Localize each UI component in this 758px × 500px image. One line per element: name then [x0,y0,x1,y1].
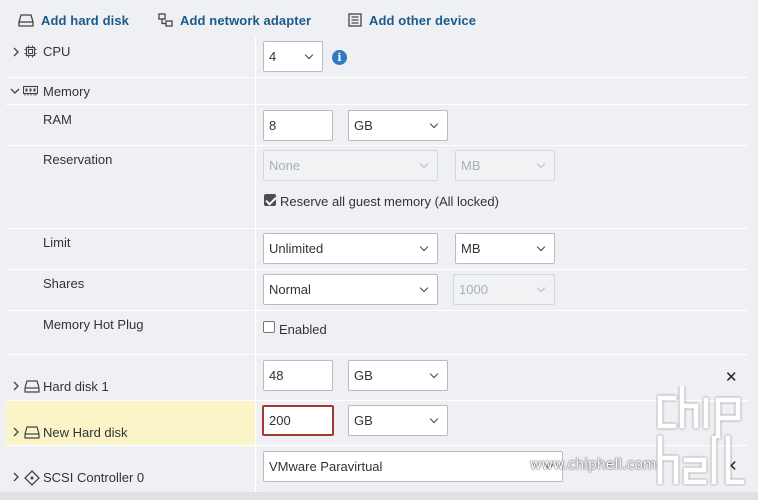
memory-hot-plug-enabled-label: Enabled [279,322,327,337]
ram-input[interactable]: 8 [263,110,333,141]
add-other-device-label: Add other device [369,12,477,28]
shares-amount-value: 1000 [459,282,488,297]
reservation-value: None [269,158,301,173]
hard-disk-1-size-value: 48 [269,368,284,383]
limit-unit-select[interactable]: MB [455,233,555,264]
new-hard-disk-unit-select[interactable]: GB [348,405,448,436]
reservation-label: Reservation [43,152,113,167]
footer-bar [0,492,758,500]
cpu-value-cell: 4 i [257,37,748,77]
scsi-controller-icon [24,470,40,486]
ram-value-cell: 8 GB [257,105,748,145]
new-hard-disk-size-input[interactable]: 200 [262,405,334,436]
limit-value: Unlimited [269,241,324,256]
ram-unit-value: GB [354,118,373,133]
shares-value-cell: Normal 1000 [257,270,748,310]
memory-label: Memory [43,84,90,99]
scsi-controller-type-value: VMware Paravirtual [269,459,383,474]
shares-value: Normal [269,282,311,297]
info-icon[interactable]: i [332,50,347,65]
reservation-value-cell: None MB Reserve all guest memory (All lo… [257,146,748,228]
shares-label-cell: Shares [6,270,256,310]
limit-select[interactable]: Unlimited [263,233,438,264]
add-other-device-button[interactable]: Add other device [348,11,476,29]
reservation-unit-value: MB [461,158,481,173]
new-hard-disk-label-cell: New Hard disk [6,401,256,445]
reserve-all-memory-checkbox[interactable] [264,194,276,206]
new-hard-disk-row: New Hard disk 200 GB [6,401,748,446]
memory-hot-plug-row: Memory Hot Plug Enabled [6,311,748,355]
vm-hardware-grid: CPU 4 i Memory RAM 8 GB Reservation None… [6,37,748,492]
shares-select[interactable]: Normal [263,274,438,305]
ram-value: 8 [269,118,277,133]
chevron-right-icon[interactable] [10,46,22,58]
ram-label-cell: RAM [6,105,256,145]
memory-row: Memory [6,78,748,105]
memory-hot-plug-value-cell: Enabled [257,311,748,354]
memory-hot-plug-label: Memory Hot Plug [43,317,144,332]
shares-amount-select[interactable]: 1000 [453,274,555,305]
hard-disk-1-label-cell: Hard disk 1 [6,355,256,400]
chiphell-watermark-logo [657,386,745,485]
scsi-controller-label: SCSI Controller 0 [43,470,145,485]
hard-disk-1-label: Hard disk 1 [43,379,109,394]
limit-label: Limit [43,235,71,250]
hard-disk-icon [24,426,40,439]
reservation-unit-select[interactable]: MB [455,150,555,181]
chevron-down-icon[interactable] [9,85,21,97]
cpu-label: CPU [43,44,71,59]
limit-label-cell: Limit [6,229,256,269]
cpu-row: CPU 4 i [6,37,748,78]
hard-disk-icon [18,13,34,27]
other-device-icon [348,13,362,27]
reserve-all-memory-label: Reserve all guest memory (All locked) [280,194,499,209]
reservation-label-cell: Reservation [6,146,256,228]
reservation-row: Reservation None MB Reserve all guest me… [6,146,748,229]
new-hard-disk-size-value: 200 [269,413,291,428]
hard-disk-1-size-input[interactable]: 48 [263,360,333,391]
hard-disk-1-unit-select[interactable]: GB [348,360,448,391]
shares-row: Shares Normal 1000 [6,270,748,311]
add-hard-disk-label: Add hard disk [41,12,129,28]
add-hard-disk-button[interactable]: Add hard disk [18,11,129,29]
chevron-right-icon[interactable] [10,426,22,438]
hard-disk-1-unit-value: GB [354,368,373,383]
memory-label-cell: Memory [6,78,256,104]
toolbar: Add hard disk Add network adapter Add ot… [0,0,758,38]
new-hard-disk-unit-value: GB [354,413,373,428]
add-network-adapter-button[interactable]: Add network adapter [158,11,311,29]
network-adapter-icon [158,13,173,27]
limit-value-cell: Unlimited MB [257,229,748,269]
hard-disk-icon [24,380,40,393]
memory-value-cell [257,78,748,104]
chevron-right-icon[interactable] [10,380,22,392]
cpu-icon [24,45,37,58]
ram-label: RAM [43,112,72,127]
cpu-count-select[interactable]: 4 [263,41,323,72]
scsi-controller-label-cell: SCSI Controller 0 [6,446,256,492]
memory-hot-plug-checkbox[interactable] [263,321,275,333]
memory-icon [23,85,38,96]
shares-label: Shares [43,276,85,291]
cpu-label-cell: CPU [6,37,256,77]
remove-hard-disk-1-icon[interactable]: ✕ [725,370,738,385]
add-network-adapter-label: Add network adapter [180,12,312,28]
watermark-text: www.chiphell.com [530,457,657,473]
ram-unit-select[interactable]: GB [348,110,448,141]
hard-disk-1-row: Hard disk 1 48 GB ✕ [6,355,748,401]
limit-row: Limit Unlimited MB [6,229,748,270]
scsi-controller-type-select[interactable]: VMware Paravirtual [263,451,563,482]
cpu-count-value: 4 [269,49,277,64]
new-hard-disk-label: New Hard disk [43,425,128,440]
limit-unit-value: MB [461,241,481,256]
chevron-right-icon[interactable] [10,471,22,483]
ram-row: RAM 8 GB [6,105,748,146]
memory-hot-plug-label-cell: Memory Hot Plug [6,311,256,354]
reservation-select[interactable]: None [263,150,438,181]
